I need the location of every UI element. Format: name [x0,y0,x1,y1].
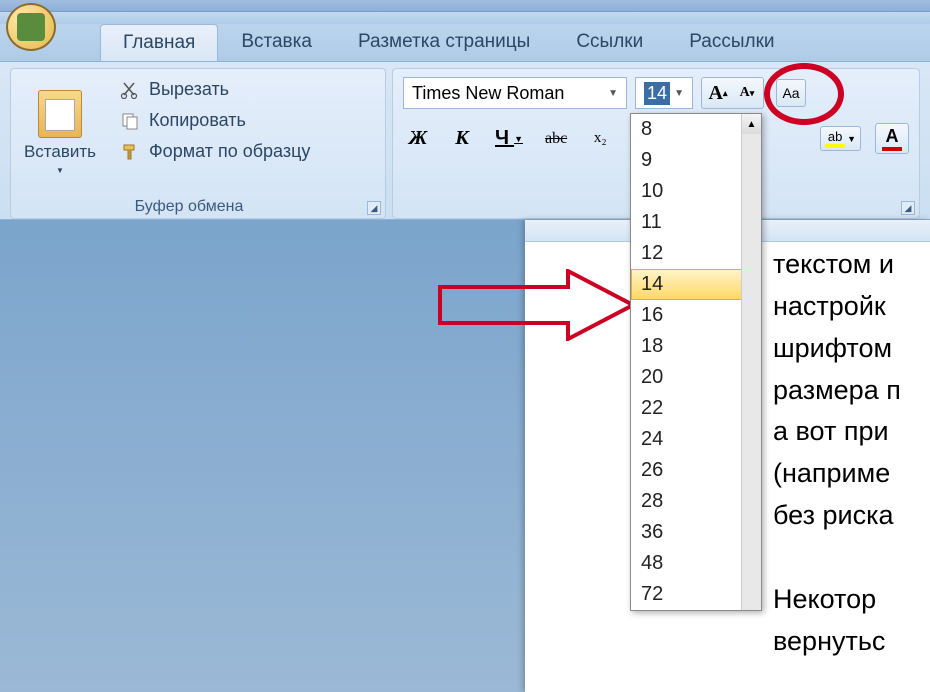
chevron-down-icon: ▼ [670,88,688,99]
document-area: текстом и настройк шрифтом размера п а в… [0,220,930,692]
format-painter-label: Формат по образцу [149,141,310,162]
clear-formatting-button[interactable]: Aa [776,79,806,107]
tab-insert[interactable]: Вставка [218,23,335,61]
tab-page-layout[interactable]: Разметка страницы [335,23,553,61]
office-logo-icon [17,13,45,41]
tab-mailings[interactable]: Рассылки [666,23,797,61]
font-name-combo[interactable]: Times New Roman ▼ [403,77,627,109]
office-button[interactable] [6,3,56,51]
eraser-icon: Aa [782,85,799,101]
tab-references[interactable]: Ссылки [553,23,666,61]
bold-button[interactable]: Ж [403,125,433,153]
title-bar [0,0,930,12]
copy-icon [119,111,141,131]
font-size-dropdown: 8 9 10 11 12 14 16 18 20 22 24 26 28 36 … [630,113,762,611]
grow-font-button[interactable]: A▴ [704,80,732,106]
subscript-button[interactable]: x₂ [585,125,615,153]
paste-icon [38,90,82,138]
scroll-up-arrow[interactable]: ▲ [742,114,761,134]
paste-split-arrow[interactable]: ▼ [56,166,64,175]
font-color-button[interactable]: A [875,123,909,154]
italic-button[interactable]: К [447,125,477,153]
paste-button[interactable]: Вставить ▼ [15,73,105,192]
clipboard-dialog-launcher[interactable]: ◢ [367,201,381,215]
chevron-down-icon: ▼ [604,88,622,99]
clipboard-group: Вставить ▼ Вырезать Копировать [10,68,386,219]
font-size-buttons: A▴ A▾ [701,77,764,109]
paintbrush-icon [119,142,141,162]
highlighter-icon: ab [825,129,845,148]
clipboard-group-label: Буфер обмена [11,198,367,216]
ribbon: Вставить ▼ Вырезать Копировать [0,62,930,220]
copy-button[interactable]: Копировать [113,106,381,135]
format-painter-button[interactable]: Формат по образцу [113,137,381,166]
font-size-value: 14 [644,82,670,105]
cut-button[interactable]: Вырезать [113,75,381,104]
font-color-icon: A [886,126,899,147]
ribbon-tabs: Главная Вставка Разметка страницы Ссылки… [0,24,930,62]
dropdown-scrollbar[interactable]: ▲ [741,114,761,610]
shrink-font-button[interactable]: A▾ [733,80,761,106]
highlight-color-button[interactable]: ab ▼ [820,126,861,151]
font-name-value: Times New Roman [412,83,564,104]
paste-label: Вставить [24,142,96,162]
underline-button[interactable]: Ч ▼ [491,125,527,153]
tab-home[interactable]: Главная [100,24,218,61]
strikethrough-button[interactable]: abc [541,125,571,153]
cut-label: Вырезать [149,79,229,100]
font-size-combo[interactable]: 14 ▼ [635,77,693,109]
font-dialog-launcher[interactable]: ◢ [901,201,915,215]
document-text[interactable]: текстом и настройк шрифтом размера п а в… [773,244,901,662]
scissors-icon [119,80,141,100]
copy-label: Копировать [149,110,246,131]
